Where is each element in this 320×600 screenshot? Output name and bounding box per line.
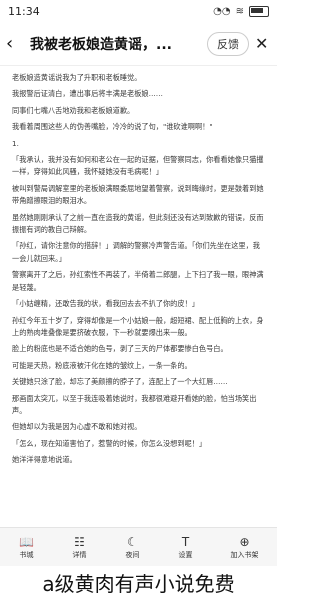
moon-icon: ☾ <box>127 535 138 549</box>
paragraph: 孙红今年五十岁了，穿得却像是一个小姑娘一般，超短裙、配上低胸的上衣，身上的熟肉堆… <box>12 315 264 337</box>
tab-label: 详情 <box>72 551 87 559</box>
paragraph: 虽然她刚刚承认了之前一直在造我的黄谣，但此刻还没有达到致歉的错误，反而振振有词的… <box>12 212 264 235</box>
add-bookshelf-icon: ⊕ <box>239 535 250 549</box>
close-icon[interactable]: ✕ <box>255 34 271 53</box>
paragraph: 那画面太突兀，以至于我连吸着她说时，我都很难避开看她的脸，怕当场笑出声。 <box>12 393 257 415</box>
book-icon: 📖 <box>19 535 34 549</box>
wifi-icon: ≋ <box>235 5 244 17</box>
tab-detail[interactable]: ☷ 详情 <box>72 534 88 560</box>
paragraph: 但她却以为我是因为心虚不敢和她对视。 <box>12 422 142 432</box>
tab-font-settings[interactable]: T 设置 <box>178 534 194 560</box>
tab-moon[interactable]: ☾ 夜间 <box>125 534 141 560</box>
paragraph: 我报警后证清白，遭出事后将丰满是老板娘…… <box>12 89 163 99</box>
paragraph: 被叫到警局调解室里的老板娘满眼委屈地望着警察，说到晦缘时，更是鼓着到她带角蹭擦眼… <box>12 183 264 206</box>
paragraph: 「孙红，请你注意你的措辞！」调解的警察冷声警告道。「你们先坐在这里，我一会儿就回… <box>12 241 260 263</box>
reader-header: ‹ 我被老板娘造黄谣，... 反馈 ✕ <box>0 22 277 66</box>
status-time: 11:34 <box>8 4 40 18</box>
tab-label: 加入书架 <box>230 551 259 559</box>
chapter-content[interactable]: 老板娘造黄谣说我为了升职和老板睡觉。我报警后证清白，遭出事后将丰满是老板娘…… 同… <box>12 72 265 525</box>
battery-icon <box>249 5 269 17</box>
paragraph: 同事们七嘴八舌地劝我和老板娘道歉。 <box>12 105 135 115</box>
tab-book[interactable]: 📖 书城 <box>19 534 35 560</box>
paragraph: 1. <box>12 138 19 148</box>
paragraph: 她洋洋得意地说道。 <box>12 455 77 465</box>
page-title: 我被老板娘造黄谣，... <box>30 36 172 53</box>
tab-label: 书城 <box>19 551 34 559</box>
paragraph: 可能是天热，粉底液被汗化在她的皱纹上，一条一条的。 <box>12 360 192 370</box>
tab-label: 设置 <box>178 551 193 559</box>
tab-add-bookshelf[interactable]: ⊕ 加入书架 <box>231 534 259 560</box>
paragraph: 警察离开了之后，孙红索性不再装了，半倚着二郎腿，上下扫了我一眼，眼神满是轻蔑。 <box>12 270 264 292</box>
paragraph: 「我承认，我并没有如何和老公在一起的证据，但警察同志，你看看她像只猫攫一样，穿得… <box>12 155 264 177</box>
back-icon[interactable]: ‹ <box>6 33 24 54</box>
paragraph: 脸上的粉底也是不适合她的色号，剥了三天的尸体都要惨白色号白。 <box>12 344 228 354</box>
status-icons: ◔◔ ≋ <box>213 5 269 17</box>
tab-label: 夜间 <box>125 551 140 559</box>
paragraph: 「小姑缠精，还敢告我的状，看我回去去不扒了你的皮！」 <box>12 299 199 309</box>
paragraph: 我看着周围这些人的伪善嘴脸，冷冷的说了句，"谁砍谁啊啊！" <box>12 122 213 132</box>
font-settings-icon: T <box>181 535 190 549</box>
status-bar: 11:34 ◔◔ ≋ <box>0 0 277 22</box>
bottom-toolbar: 📖 书城 ☷ 详情 ☾ 夜间 T 设置 ⊕ 加入书架 <box>0 527 277 566</box>
detail-icon: ☷ <box>74 535 85 549</box>
signal-icon: ◔◔ <box>213 5 231 17</box>
paragraph: 关键她只涂了脸，却忘了美颜擦的脖子了，连配上了一个大红唇…… <box>12 377 228 387</box>
paragraph: 老板娘造黄谣说我为了升职和老板睡觉。 <box>12 73 142 82</box>
feedback-button[interactable]: 反馈 <box>207 31 249 56</box>
caption-text: a级黄肉有声小说免费 <box>42 572 235 596</box>
paragraph: 「怎么，现在知道害怕了，惹警的时候，你怎么没想到呢！」 <box>12 438 207 448</box>
